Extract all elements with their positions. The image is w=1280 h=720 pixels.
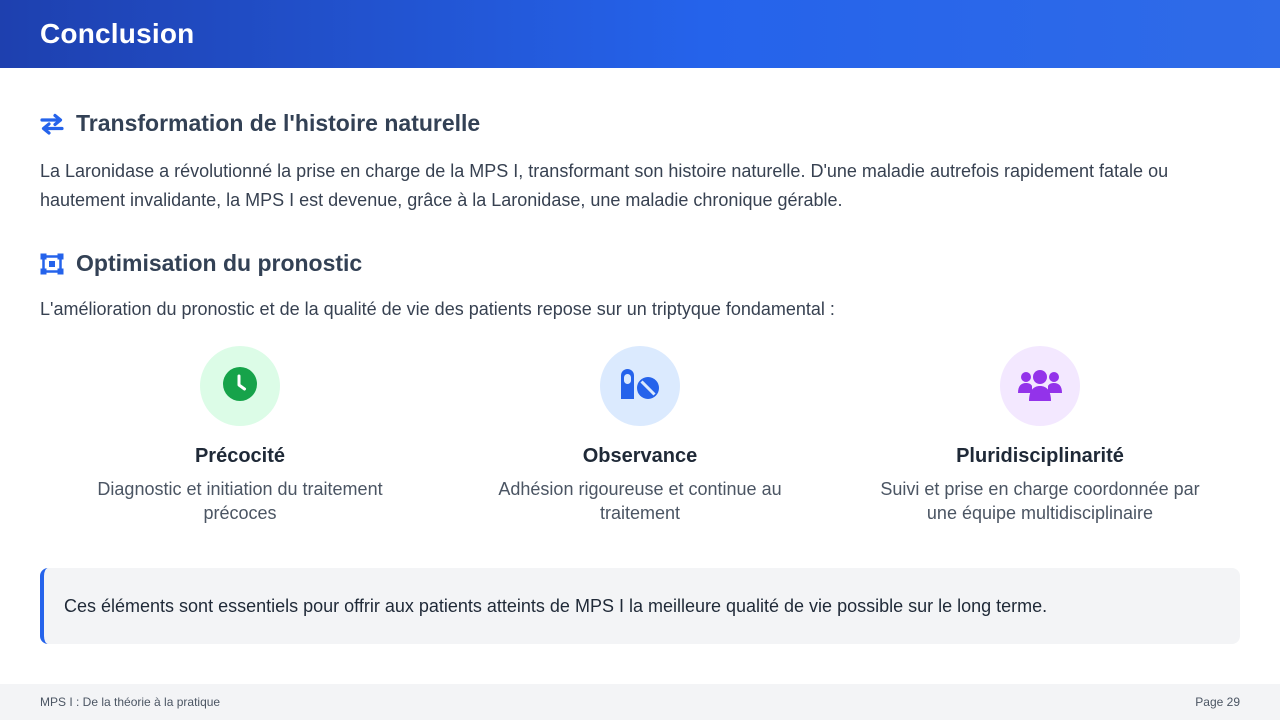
users-icon <box>1017 366 1063 407</box>
pillar-pluridisciplinarite: Pluridisciplinarité Suivi et prise en ch… <box>840 346 1240 536</box>
pillar-description: Adhésion rigoureuse et continue au trait… <box>498 479 782 523</box>
section-paragraph: L'amélioration du pronostic et de la qua… <box>40 299 835 319</box>
footer-presentation-title: MPS I : De la théorie à la pratique <box>40 695 221 709</box>
pillar-title: Pluridisciplinarité <box>956 445 1124 467</box>
section-heading-pronostic: Optimisation du pronostic <box>40 250 362 277</box>
footer-page-number: Page 29 <box>1195 695 1240 709</box>
callout-text: Ces éléments sont essentiels pour offrir… <box>64 595 1048 616</box>
conclusion-callout: Ces éléments sont essentiels pour offrir… <box>40 568 1240 644</box>
slide-footer: MPS I : De la théorie à la pratique Page… <box>0 684 1280 720</box>
object-ungroup-icon <box>40 252 64 276</box>
pills-icon <box>619 367 661 406</box>
pillars-row: Précocité Diagnostic et initiation du tr… <box>40 346 1240 536</box>
pillar-icon-circle <box>600 346 680 426</box>
slide-header: Conclusion <box>0 0 1280 68</box>
pillar-description: Diagnostic et initiation du traitement p… <box>97 479 383 523</box>
pillar-icon-circle <box>1000 346 1080 426</box>
pillar-observance: Observance Adhésion rigoureuse et contin… <box>440 346 840 536</box>
section-paragraph: La Laronidase a révolutionné la prise en… <box>40 161 1169 210</box>
pillar-precocite: Précocité Diagnostic et initiation du tr… <box>40 346 440 536</box>
pillar-title: Observance <box>582 445 698 467</box>
swap-arrows-icon <box>40 112 64 136</box>
section-title: Optimisation du pronostic <box>76 250 363 276</box>
section-title: Transformation de l'histoire naturelle <box>76 110 481 136</box>
pillar-title: Précocité <box>194 445 286 467</box>
slide-title: Conclusion <box>40 18 195 49</box>
section-heading-transformation: Transformation de l'histoire naturelle <box>40 110 480 137</box>
pillar-icon-circle <box>200 346 280 426</box>
clock-icon <box>222 366 258 407</box>
pillar-description: Suivi et prise en charge coordonnée par … <box>880 479 1200 523</box>
